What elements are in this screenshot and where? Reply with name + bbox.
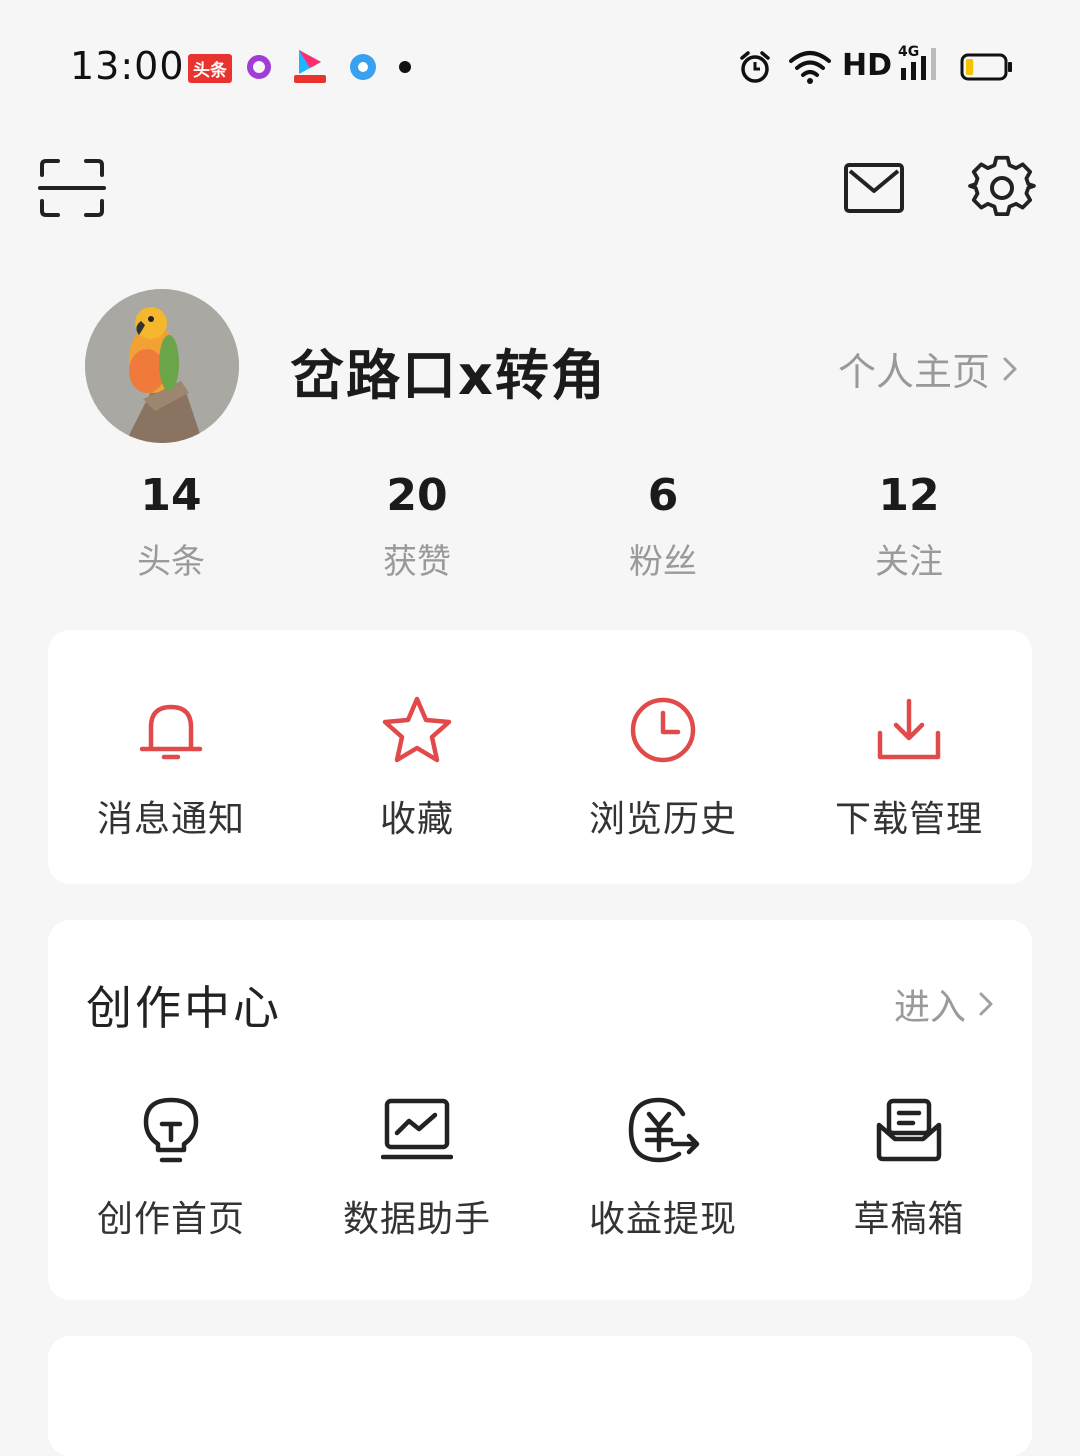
notifications-label: 消息通知	[96, 799, 245, 840]
history-button[interactable]: 浏览历史	[540, 692, 786, 842]
stat-label: 粉丝	[629, 542, 697, 582]
settings-button[interactable]	[966, 152, 1038, 224]
creation-center-title: 创作中心	[86, 981, 282, 1035]
drafts-button[interactable]: 草稿箱	[786, 1092, 1032, 1242]
downloads-button[interactable]: 下载管理	[786, 692, 1032, 842]
yuan-withdraw-icon	[625, 1092, 701, 1168]
signal-icon: 4G	[898, 44, 944, 82]
creator-home-label: 创作首页	[96, 1199, 245, 1240]
chart-monitor-icon	[379, 1092, 455, 1168]
toutiao-app-icon: 头条	[188, 54, 232, 83]
blue-circle-app-icon	[344, 48, 382, 86]
scan-button[interactable]	[36, 152, 108, 224]
stat-value: 12	[878, 470, 940, 521]
profile-header: 岔路口x转角 个人主页	[0, 285, 1080, 455]
notification-dot-icon	[399, 61, 411, 73]
earnings-withdraw-button[interactable]: 收益提现	[540, 1092, 786, 1242]
purple-ring-app-icon	[240, 48, 278, 86]
profile-stats: 14 头条 20 获赞 6 粉丝 12 关注	[48, 470, 1032, 590]
video-app-icon	[291, 46, 329, 84]
favorites-button[interactable]: 收藏	[294, 692, 540, 842]
stat-headlines[interactable]: 14 头条	[48, 470, 294, 590]
top-toolbar	[0, 150, 1080, 230]
data-assistant-label: 数据助手	[342, 1199, 491, 1240]
avatar[interactable]	[85, 289, 239, 443]
stat-likes[interactable]: 20 获赞	[294, 470, 540, 590]
username: 岔路口x转角	[290, 344, 607, 407]
personal-homepage-label: 个人主页	[837, 350, 990, 394]
creation-center-card: 创作中心 进入 创作首页 数据助手 收益提现 草稿箱	[48, 920, 1032, 1300]
creation-center-enter-link[interactable]: 进入	[894, 978, 994, 1030]
favorites-label: 收藏	[379, 799, 454, 840]
alarm-icon	[736, 48, 774, 86]
stat-value: 20	[386, 470, 448, 521]
stat-value: 14	[140, 470, 202, 521]
download-icon	[871, 692, 947, 768]
quick-actions-card: 消息通知 收藏 浏览历史 下载管理	[48, 630, 1032, 884]
settings-icon	[968, 155, 1036, 217]
notifications-button[interactable]: 消息通知	[48, 692, 294, 842]
clock-icon	[625, 692, 701, 768]
stat-following[interactable]: 12 关注	[786, 470, 1032, 590]
signal-label: 4G	[898, 44, 919, 60]
bell-icon	[133, 692, 209, 768]
personal-homepage-link[interactable]: 个人主页	[838, 341, 1018, 396]
status-time: 13:00	[70, 44, 185, 88]
status-bar: 13:00 头条 HD 4G	[0, 0, 1080, 130]
stat-value: 6	[647, 470, 679, 521]
creator-home-button[interactable]: 创作首页	[48, 1092, 294, 1242]
stat-label: 关注	[875, 542, 943, 582]
battery-icon	[960, 48, 1014, 86]
downloads-label: 下载管理	[834, 799, 983, 840]
next-section-card	[48, 1336, 1032, 1456]
chevron-right-icon	[979, 992, 993, 1016]
enter-label: 进入	[893, 987, 966, 1028]
data-assistant-button[interactable]: 数据助手	[294, 1092, 540, 1242]
chevron-right-icon	[1003, 357, 1017, 380]
draft-box-icon	[871, 1092, 947, 1168]
history-label: 浏览历史	[588, 799, 737, 840]
stat-fans[interactable]: 6 粉丝	[540, 470, 786, 590]
network-type-label: HD	[842, 48, 893, 83]
scan-icon	[38, 159, 106, 217]
mail-button[interactable]	[838, 152, 910, 224]
star-icon	[379, 692, 455, 768]
lightbulb-icon	[133, 1092, 209, 1168]
wifi-icon	[788, 48, 832, 86]
stat-label: 头条	[137, 542, 205, 582]
drafts-label: 草稿箱	[853, 1199, 965, 1240]
stat-label: 获赞	[383, 542, 451, 582]
mail-icon	[844, 163, 904, 213]
parrot-avatar-image	[85, 289, 239, 443]
earnings-withdraw-label: 收益提现	[588, 1199, 737, 1240]
